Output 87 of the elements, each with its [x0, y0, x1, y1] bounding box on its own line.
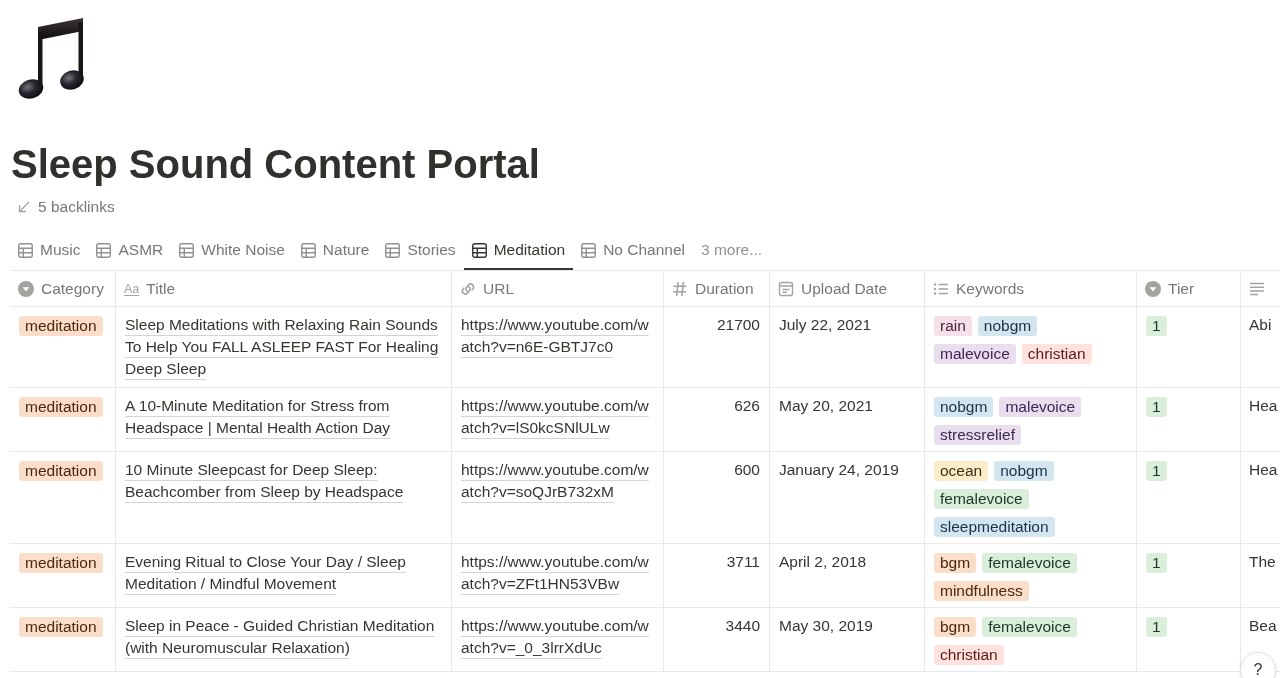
keyword-tag: femalevoice	[982, 553, 1077, 573]
url-link[interactable]: https://www.youtube.com/watch?v=ZFt1HN53VBw	[461, 551, 653, 595]
aa-icon: Aa	[124, 280, 140, 297]
tier-tag: 1	[1146, 617, 1167, 637]
column-header[interactable]: Aa Title	[116, 271, 452, 307]
column-header[interactable]: Duration	[664, 271, 770, 307]
url-link[interactable]: https://www.youtube.com/watch?v=lS0kcSNlULw	[461, 395, 653, 439]
category-tag: meditation	[19, 617, 103, 637]
keyword-tag: christian	[934, 645, 1004, 665]
keyword-tag: bgm	[934, 553, 977, 573]
tier-tag: 1	[1146, 461, 1167, 481]
title-link[interactable]: A 10-Minute Meditation for Stress from Headspace | Mental Health Action Day	[125, 395, 442, 439]
title-link[interactable]: Sleep Meditations with Relaxing Rain Sounds To Help You FALL ASLEEP FAST For Healing Deep Sleep	[125, 314, 442, 380]
duration-value: 626	[734, 397, 760, 414]
tier-tag: 1	[1146, 553, 1167, 573]
column-header[interactable]: Category	[10, 271, 116, 307]
dropdown-circle-icon	[18, 280, 34, 297]
date-value: July 22, 2021	[779, 316, 872, 333]
keyword-tag: stressrelief	[934, 425, 1021, 445]
cell-text: Abi	[1249, 316, 1272, 333]
title-link[interactable]: Evening Ritual to Close Your Day / Sleep Meditation / Mindful Movement	[125, 551, 442, 595]
date-value: May 30, 2019	[779, 617, 873, 634]
keyword-tag: nobgm	[934, 397, 994, 417]
category-tag: meditation	[19, 553, 103, 573]
duration-value: 3711	[726, 553, 760, 570]
duration-value: 600	[734, 461, 760, 478]
page-title: Sleep Sound Content Portal	[11, 141, 541, 188]
cell-text: Hea	[1249, 397, 1278, 414]
table-icon	[179, 242, 195, 258]
title-link[interactable]: 10 Minute Sleepcast for Deep Sleep: Beachcomber from Sleep by Headspace	[125, 459, 442, 503]
url-link[interactable]: https://www.youtube.com/watch?v=soQJrB732xM	[461, 459, 653, 503]
backlinks-button[interactable]: 5 backlinks	[14, 196, 119, 218]
duration-value: 3440	[725, 617, 760, 634]
date-value: January 24, 2019	[779, 461, 899, 478]
keyword-tag: malevoice	[934, 344, 1016, 364]
url-link[interactable]: https://www.youtube.com/watch?v=_0_3lrrXdUc	[461, 615, 653, 659]
column-header[interactable]: Keywords	[925, 271, 1137, 307]
keyword-tag: nobgm	[994, 461, 1054, 481]
column-header[interactable]: Tier	[1137, 271, 1241, 307]
keyword-tag: malevoice	[999, 397, 1082, 417]
help-button[interactable]: ?	[1240, 652, 1276, 678]
link-icon	[460, 280, 476, 297]
table-icon	[96, 242, 112, 258]
view-tab[interactable]: Meditation	[463, 232, 574, 270]
view-tab[interactable]: White Noise	[171, 232, 293, 270]
view-tab[interactable]: Stories	[377, 232, 464, 270]
date-value: April 2, 2018	[779, 553, 867, 570]
keyword-tag: ocean	[934, 461, 989, 481]
category-tag: meditation	[19, 397, 103, 417]
tier-tag: 1	[1146, 316, 1167, 336]
cell-text: The	[1249, 553, 1276, 570]
keyword-tag: christian	[1021, 344, 1092, 364]
view-tab[interactable]: No Channel	[573, 232, 693, 270]
title-link[interactable]: Sleep in Peace - Guided Christian Meditation (with Neuromuscular Relaxation)	[125, 615, 442, 659]
cell-text: Hea	[1249, 461, 1278, 478]
cell-text: Bea	[1249, 617, 1277, 634]
column-header[interactable]: Upload Date	[770, 271, 925, 307]
view-tab[interactable]: Nature	[292, 232, 378, 270]
keyword-tag: femalevoice	[934, 489, 1029, 509]
duration-value: 21700	[716, 316, 760, 333]
keyword-tag: nobgm	[977, 316, 1038, 336]
url-link[interactable]: https://www.youtube.com/watch?v=n6E-GBTJ7c0	[461, 314, 653, 358]
more-views-button[interactable]: 3 more...	[693, 232, 771, 268]
hash-icon	[672, 280, 688, 297]
table-icon	[300, 242, 316, 258]
category-tag: meditation	[19, 316, 103, 336]
tier-tag: 1	[1146, 397, 1167, 417]
keyword-tag: sleepmeditation	[934, 517, 1055, 537]
music-notes-icon	[18, 18, 86, 100]
view-tab[interactable]: Music	[10, 232, 89, 270]
keyword-tag: mindfulness	[934, 581, 1029, 601]
keyword-tag: rain	[934, 316, 972, 336]
table-icon	[18, 242, 33, 258]
table-icon	[581, 242, 597, 258]
column-header[interactable]: URL	[452, 271, 664, 307]
category-tag: meditation	[19, 461, 103, 481]
date-value: May 20, 2021	[779, 397, 873, 414]
list-icon	[933, 280, 949, 297]
text-lines-icon	[1249, 280, 1265, 297]
calendar-icon	[778, 280, 794, 297]
dropdown-circle-icon	[1145, 280, 1161, 297]
table-icon	[385, 242, 401, 258]
keyword-tag: bgm	[934, 617, 977, 637]
arrow-icon	[18, 201, 30, 213]
table-icon	[471, 242, 487, 258]
keyword-tag: femalevoice	[982, 617, 1077, 637]
view-tab[interactable]: ASMR	[88, 232, 172, 270]
